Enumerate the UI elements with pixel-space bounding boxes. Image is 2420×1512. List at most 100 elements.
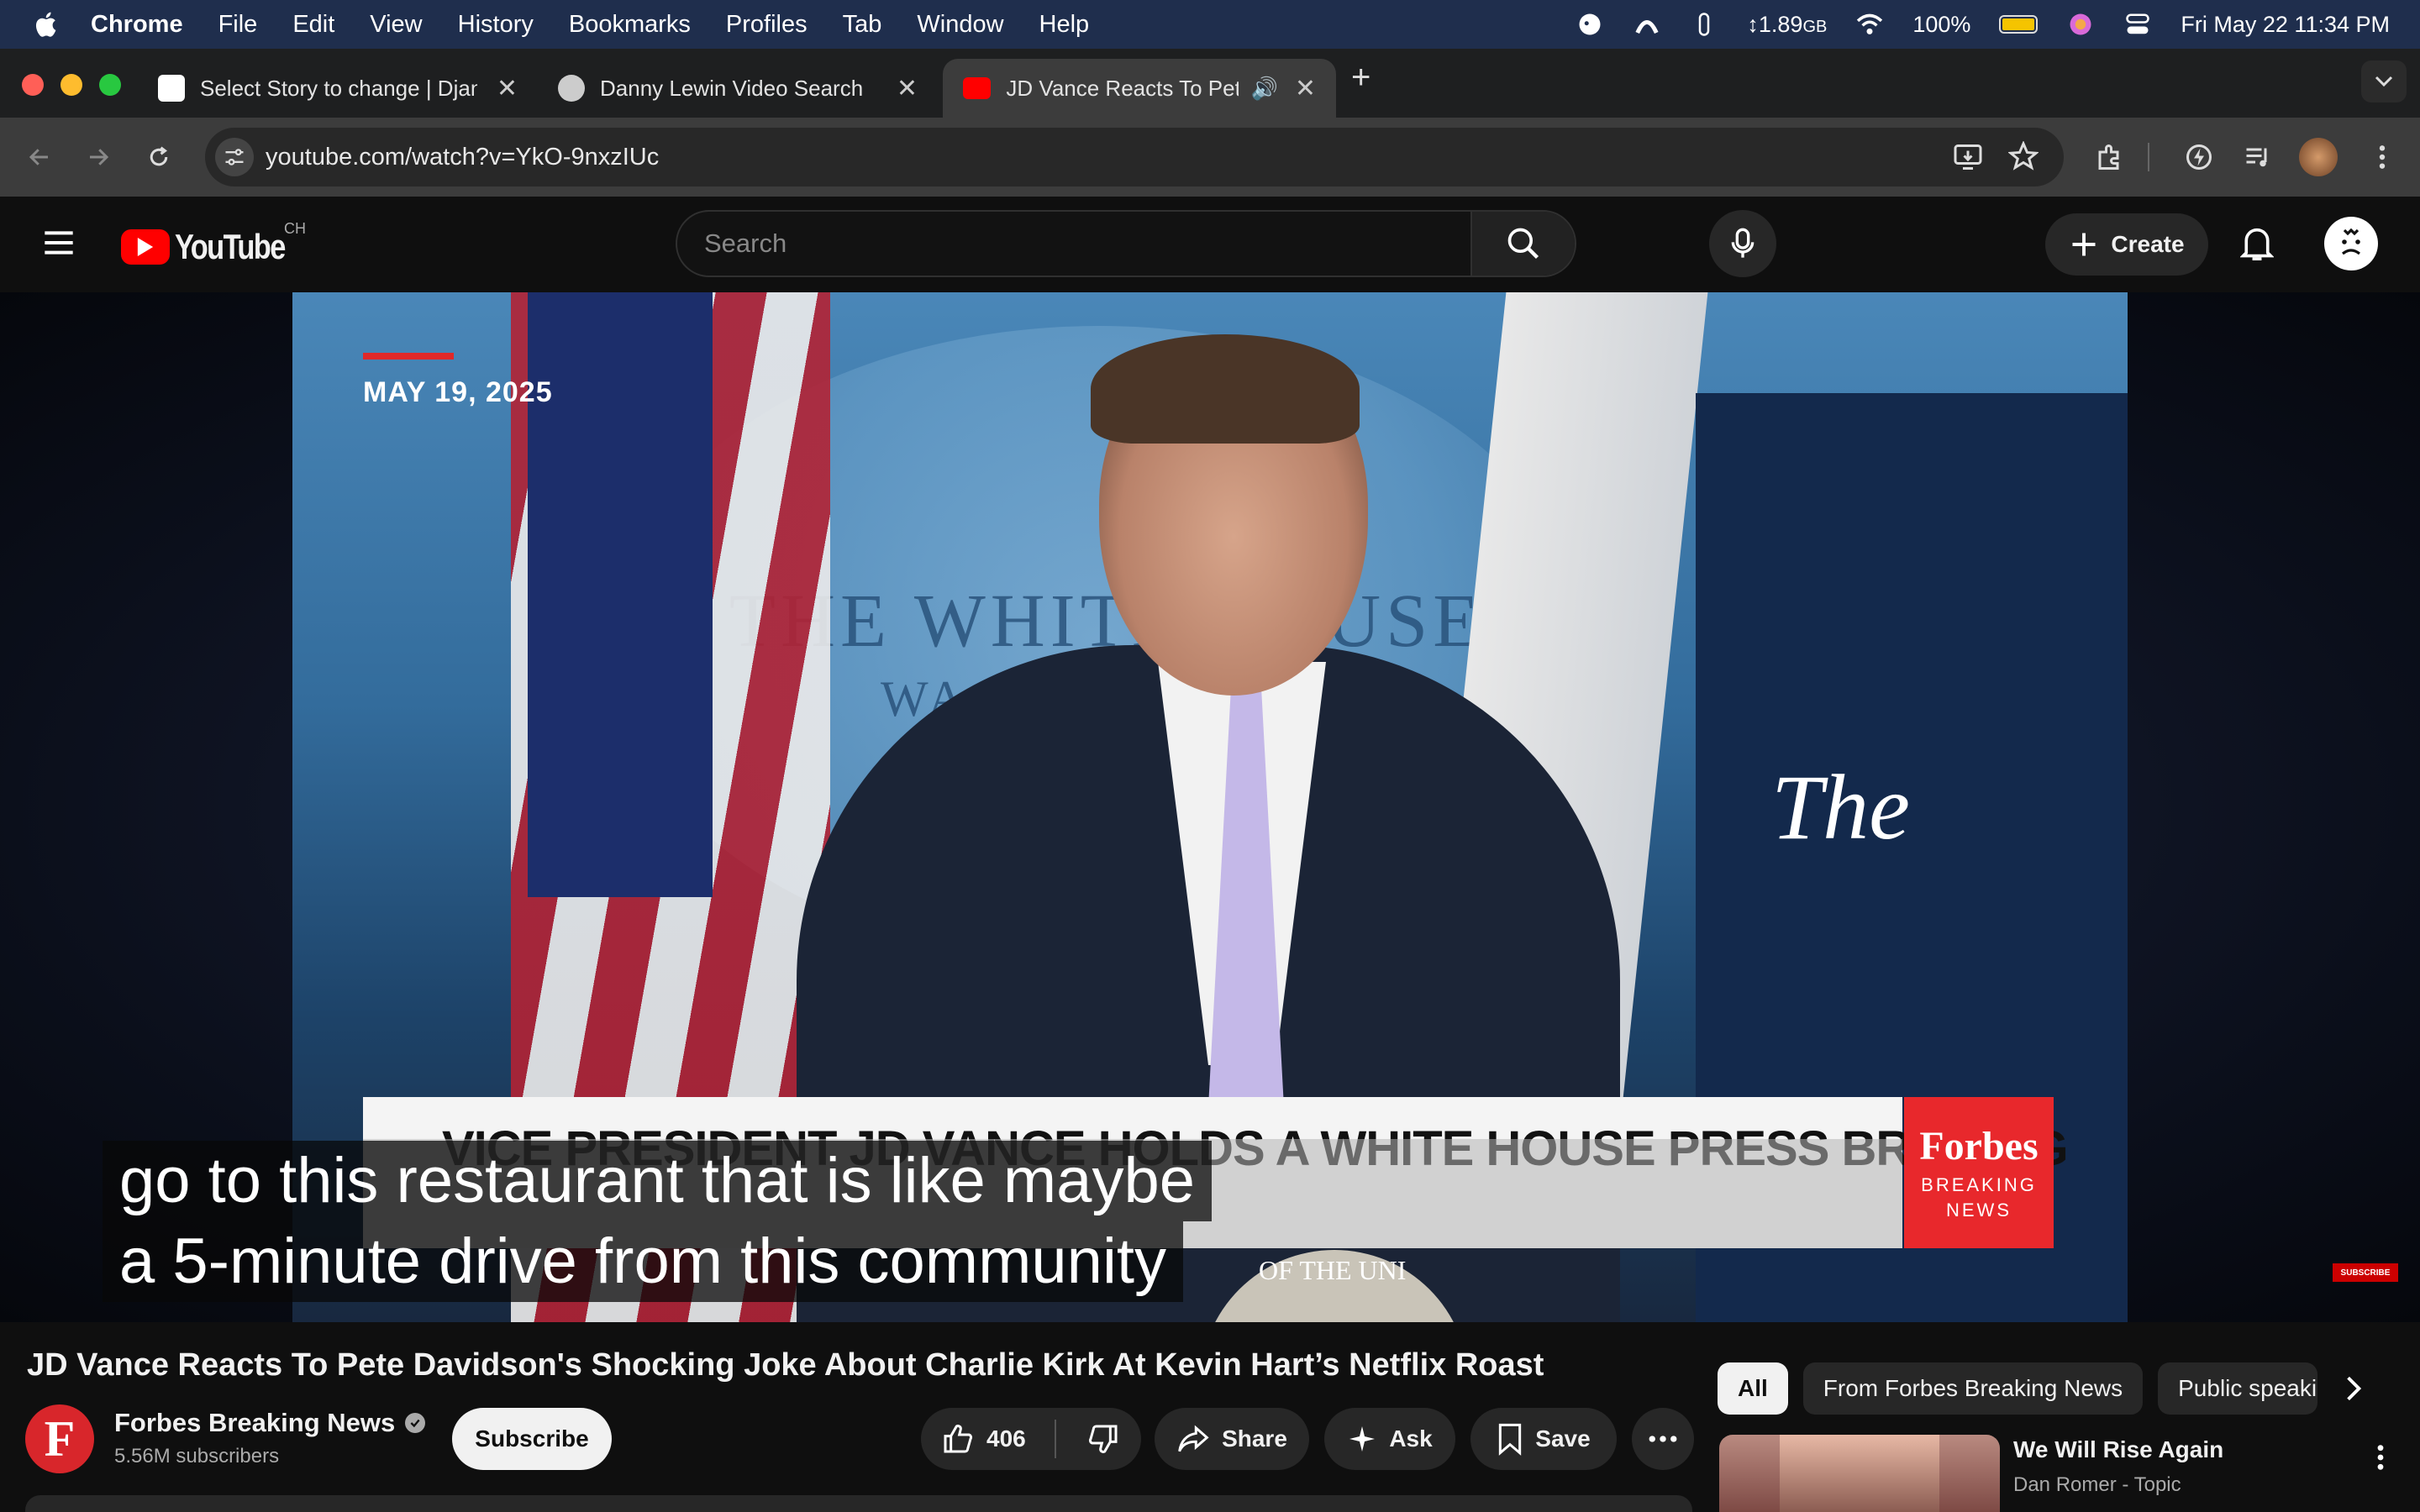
channel-initial: F <box>44 1410 76 1467</box>
tab-django[interactable]: Select Story to change | Django ✕ <box>138 59 538 118</box>
ask-button[interactable]: Ask <box>1324 1408 1455 1470</box>
flag-canton <box>528 292 713 897</box>
close-tab-icon[interactable]: ✕ <box>497 74 518 103</box>
youtube-favicon-icon <box>963 77 992 99</box>
close-window-button[interactable] <box>22 74 44 96</box>
create-label: Create <box>2111 231 2185 257</box>
date-accent-bar <box>363 353 454 360</box>
sparkle-icon <box>1349 1426 1376 1452</box>
seal-text: OF THE UNI <box>1259 1255 1407 1285</box>
forbes-logo-text: Forbes <box>1919 1123 2039 1168</box>
chips-next-button[interactable] <box>2334 1369 2373 1408</box>
menu-file[interactable]: File <box>218 11 258 39</box>
control-center-icon[interactable] <box>2123 10 2152 39</box>
tab-search-button[interactable] <box>2361 60 2407 102</box>
tab-youtube-active[interactable]: JD Vance Reacts To Pete Davidson 🔊 ✕ <box>943 59 1336 118</box>
forbes-breaking-news-logo: Forbes BREAKING NEWS <box>1904 1097 2054 1248</box>
install-app-icon[interactable] <box>1953 143 1983 176</box>
chevron-right-icon <box>2347 1376 2362 1401</box>
menu-window[interactable]: Window <box>917 11 1003 39</box>
youtube-logo[interactable]: YouTube CH <box>121 220 308 267</box>
microphone-icon <box>1731 228 1754 258</box>
wifi-icon[interactable] <box>1855 10 1884 39</box>
chrome-menu-icon[interactable] <box>2363 138 2402 176</box>
more-actions-button[interactable] <box>1632 1408 1694 1470</box>
tab-title: Danny Lewin Video Search <box>600 75 864 101</box>
description-box[interactable] <box>25 1495 1692 1512</box>
siri-icon[interactable] <box>2066 10 2095 39</box>
channel-name[interactable]: Forbes Breaking News <box>114 1408 426 1438</box>
notifications-button[interactable] <box>2233 220 2281 267</box>
account-avatar[interactable] <box>2324 217 2378 270</box>
memory-unit: GB <box>1802 17 1828 36</box>
recommended-video-channel[interactable]: Dan Romer - Topic <box>2013 1473 2181 1497</box>
like-button[interactable]: 406 <box>941 1422 1026 1456</box>
media-controls-icon[interactable] <box>2238 138 2277 176</box>
save-button[interactable]: Save <box>1470 1408 1617 1470</box>
menu-history[interactable]: History <box>458 11 534 39</box>
status-app-icon[interactable] <box>1576 10 1604 39</box>
back-button[interactable] <box>22 139 57 175</box>
tab-danny-lewin[interactable]: Danny Lewin Video Search ✕ <box>538 59 938 118</box>
close-tab-icon[interactable]: ✕ <box>897 74 918 103</box>
bookmark-star-icon[interactable] <box>2007 140 2039 176</box>
zoom-window-button[interactable] <box>99 74 121 96</box>
new-tab-button[interactable]: + <box>1351 59 1370 97</box>
menu-edit[interactable]: Edit <box>292 11 334 39</box>
minimize-window-button[interactable] <box>60 74 82 96</box>
address-bar[interactable]: youtube.com/watch?v=YkO-9nxzIUc <box>205 128 2064 186</box>
share-button[interactable]: Share <box>1155 1408 1309 1470</box>
dislike-button[interactable] <box>1086 1422 1120 1456</box>
share-label: Share <box>1222 1425 1287 1452</box>
audio-playing-icon[interactable]: 🔊 <box>1250 76 1277 102</box>
paperclip-icon[interactable] <box>1690 10 1718 39</box>
memory-status[interactable]: ↕1.89GB <box>1747 12 1827 38</box>
subscribe-button[interactable]: Subscribe <box>452 1408 612 1470</box>
chrome-toolbar: youtube.com/watch?v=YkO-9nxzIUc <box>0 118 2420 197</box>
recommended-video-title[interactable]: We Will Rise Again <box>2013 1436 2223 1463</box>
like-dislike-group: 406 <box>921 1408 1141 1470</box>
reload-icon <box>150 146 168 166</box>
channel-name-text: Forbes Breaking News <box>114 1408 396 1437</box>
arc-app-icon[interactable] <box>1633 10 1661 39</box>
recommended-video-thumbnail[interactable] <box>1719 1435 2000 1512</box>
close-tab-icon[interactable]: ✕ <box>1295 74 1316 103</box>
search-input[interactable] <box>677 212 1470 276</box>
filter-chips: All From Forbes Breaking News Public spe… <box>1718 1362 2318 1415</box>
menu-bookmarks[interactable]: Bookmarks <box>569 11 691 39</box>
plus-icon <box>2072 233 2096 256</box>
backdrop-right-text: The <box>1771 756 1910 858</box>
chip-all[interactable]: All <box>1718 1362 1788 1415</box>
create-button[interactable]: Create <box>2045 213 2208 276</box>
hamburger-menu-icon[interactable] <box>42 228 76 261</box>
channel-avatar[interactable]: F <box>25 1404 94 1473</box>
battery-icon[interactable] <box>1999 15 2039 34</box>
video-player[interactable]: THE WHITE HOUSE WA The MAY 19, 2025 OF T… <box>0 292 2420 1322</box>
caption-line-2: a 5-minute drive from this community <box>103 1221 1183 1302</box>
forbes-logo-sub: BREAKING NEWS <box>1921 1173 2037 1221</box>
tab-title: Select Story to change | Django <box>200 75 477 101</box>
menu-view[interactable]: View <box>370 11 422 39</box>
extensions-icon[interactable] <box>2091 138 2129 176</box>
voice-search-button[interactable] <box>1709 210 1776 277</box>
clock[interactable]: Fri May 22 11:34 PM <box>2181 12 2390 38</box>
openai-favicon-icon <box>558 75 585 102</box>
subscribe-watermark[interactable]: SUBSCRIBE <box>2333 1263 2398 1282</box>
forward-button[interactable] <box>81 139 116 175</box>
search-button[interactable] <box>1470 212 1575 276</box>
profile-avatar[interactable] <box>2299 138 2338 176</box>
chip-from-channel[interactable]: From Forbes Breaking News <box>1802 1362 2144 1415</box>
recommended-more-button[interactable] <box>2368 1438 2393 1477</box>
menu-tab[interactable]: Tab <box>843 11 882 39</box>
apple-icon[interactable] <box>32 9 62 39</box>
reload-button[interactable] <box>141 139 176 175</box>
menu-profiles[interactable]: Profiles <box>726 11 808 39</box>
caption-line-1: go to this restaurant that is like maybe <box>103 1141 1212 1221</box>
performance-icon[interactable] <box>2180 138 2218 176</box>
menu-chrome[interactable]: Chrome <box>91 11 183 39</box>
menubar-status-area: ↕1.89GB 100% Fri May 22 11:34 PM <box>1576 0 2390 49</box>
menu-help[interactable]: Help <box>1039 11 1090 39</box>
more-vertical-icon <box>2377 1445 2384 1470</box>
site-settings-icon[interactable] <box>215 138 254 176</box>
chip-public-speaking[interactable]: Public speaking <box>2158 1362 2318 1415</box>
